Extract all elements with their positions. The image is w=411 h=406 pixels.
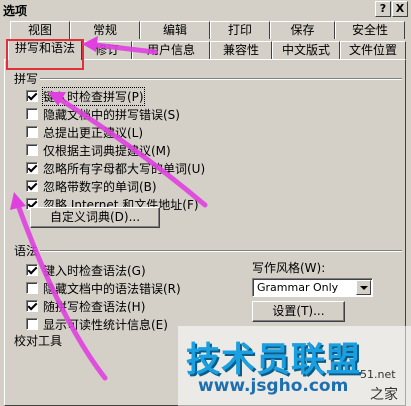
check-grammar-as-you-type[interactable]: 键入时检查语法(G) [26,262,146,278]
tab-revisions[interactable]: 修订 [82,41,132,59]
checkbox-label: 随拼写检查语法(H) [43,299,146,314]
writing-style-label: 写作风格(W): [252,261,326,275]
always-suggest-corrections[interactable]: 总提出更正建议(L) [26,124,143,140]
checkbox[interactable] [26,108,38,120]
checkbox-label: 键入时检查语法(G) [43,263,146,278]
highlight-box [6,39,84,70]
checkbox-label: 显示可读性统计信息(E) [43,317,168,332]
spelling-divider [40,78,402,80]
watermark-corner: 51.net [360,368,396,381]
checkbox[interactable] [26,300,38,312]
checkbox[interactable] [26,282,38,294]
help-button[interactable]: ? [375,1,391,17]
checkbox-label: 总提出更正建议(L) [43,125,144,140]
show-readability-stats[interactable]: 显示可读性统计信息(E) [26,316,168,332]
tab-asian-typography[interactable]: 中文版式 [272,41,340,59]
checkbox-label: 仅根据主词典提建议(M) [43,143,171,158]
checkbox[interactable] [26,264,38,276]
hide-spelling-errors[interactable]: 隐藏文档中的拼写错误(S) [26,106,180,122]
checkbox[interactable] [26,126,38,138]
chevron-down-icon[interactable] [356,280,371,295]
writing-style-select[interactable]: Grammar Only [252,278,373,297]
tab-compatibility[interactable]: 兼容性 [210,41,272,59]
checkbox[interactable] [26,144,38,156]
grammar-settings-button[interactable]: 设置(T)... [252,301,345,322]
watermark-corner-2: 之家 [370,387,398,403]
tab-general[interactable]: 常规 [70,21,140,39]
tab-user-info[interactable]: 用户信息 [132,41,210,59]
watermark-brand: 技术员联盟 [186,340,361,380]
ignore-uppercase[interactable]: 忽略所有字母都大写的单词(U) [26,160,205,176]
tab-edit[interactable]: 编辑 [140,21,210,39]
watermark-url: www.jsgho.com [198,376,349,396]
proofing-group-label: 校对工具 [14,334,63,348]
window-title: 选项 [3,4,28,18]
checkbox-label: 忽略所有字母都大写的单词(U) [43,161,206,176]
grammar-group-label: 语法 [14,244,39,258]
close-button[interactable]: X [392,1,408,17]
hide-grammar-errors[interactable]: 隐藏文档中的语法错误(R) [26,280,181,296]
checkbox-label: 忽略带数字的单词(B) [43,179,157,194]
spelling-group-label: 拼写 [14,72,39,86]
grammar-divider [40,250,402,252]
suggest-from-main-dict[interactable]: 仅根据主词典提建议(M) [26,142,171,158]
tab-view[interactable]: 视图 [10,21,70,39]
checkbox[interactable] [26,90,38,102]
custom-dictionary-button[interactable]: 自定义词典(D)... [30,207,160,228]
checkbox-label: 键入时检查拼写(P) [42,86,145,106]
checkbox[interactable] [26,318,38,330]
check-spelling-as-you-type[interactable]: 键入时检查拼写(P) [26,86,145,106]
checkbox-label: 隐藏文档中的语法错误(R) [43,281,181,296]
tab-file-locations[interactable]: 文件位置 [340,41,406,59]
tab-save[interactable]: 保存 [270,21,335,39]
checkbox-label: 隐藏文档中的拼写错误(S) [43,107,180,122]
title-bar: 选项 ? X [0,0,411,19]
tab-print[interactable]: 打印 [210,21,270,39]
checkbox[interactable] [26,180,38,192]
ignore-numbers[interactable]: 忽略带数字的单词(B) [26,178,157,194]
tab-security[interactable]: 安全性 [335,21,405,39]
check-grammar-with-spelling[interactable]: 随拼写检查语法(H) [26,298,145,314]
checkbox[interactable] [26,162,38,174]
writing-style-value: Grammar Only [257,281,339,294]
